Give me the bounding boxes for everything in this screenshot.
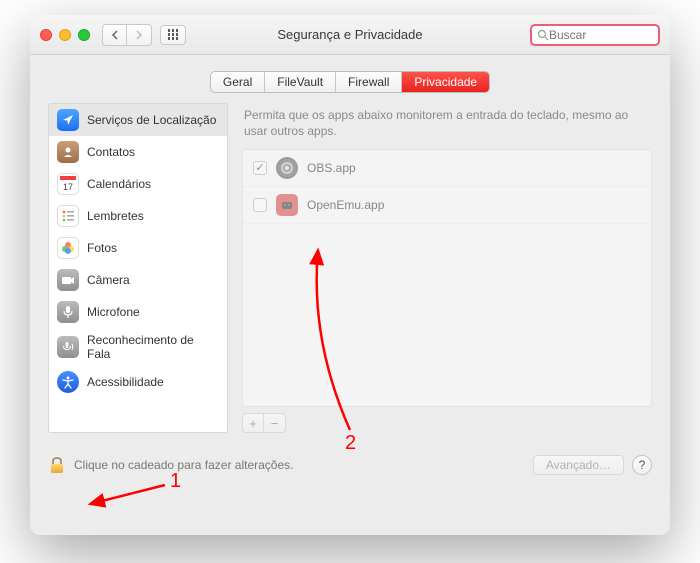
accessibility-icon xyxy=(57,371,79,393)
app-name: OBS.app xyxy=(307,161,356,175)
sidebar-label: Lembretes xyxy=(87,209,144,223)
microphone-icon xyxy=(57,301,79,323)
tab-firewall[interactable]: Firewall xyxy=(336,72,402,92)
sidebar-item-photos[interactable]: Fotos xyxy=(49,232,227,264)
tab-bar: Geral FileVault Firewall Privacidade xyxy=(30,55,670,103)
contacts-icon xyxy=(57,141,79,163)
location-icon xyxy=(57,109,79,131)
back-button[interactable] xyxy=(103,25,127,45)
sidebar-label: Câmera xyxy=(87,273,130,287)
search-icon xyxy=(537,29,549,41)
sidebar-item-speech[interactable]: Reconhecimento de Fala xyxy=(49,328,227,366)
tab-general[interactable]: Geral xyxy=(211,72,265,92)
add-button[interactable]: + xyxy=(243,414,264,432)
sidebar-item-microphone[interactable]: Microfone xyxy=(49,296,227,328)
reminders-icon xyxy=(57,205,79,227)
traffic-lights xyxy=(40,29,90,41)
titlebar: Segurança e Privacidade xyxy=(30,15,670,55)
app-checkbox[interactable] xyxy=(253,198,267,212)
obs-app-icon xyxy=(276,157,298,179)
search-field[interactable] xyxy=(530,24,660,46)
show-all-button[interactable] xyxy=(160,25,186,45)
remove-button[interactable]: − xyxy=(264,414,285,432)
search-input[interactable] xyxy=(549,28,653,42)
sidebar-label: Acessibilidade xyxy=(87,375,164,389)
lock-icon xyxy=(49,456,65,474)
sidebar-label: Reconhecimento de Fala xyxy=(87,333,219,361)
openemu-app-icon xyxy=(276,194,298,216)
annotation-label-1: 1 xyxy=(170,470,181,493)
help-button[interactable]: ? xyxy=(632,455,652,475)
add-remove-segment: + − xyxy=(242,413,286,433)
app-name: OpenEmu.app xyxy=(307,198,384,212)
app-checkbox[interactable] xyxy=(253,161,267,175)
sidebar-label: Serviços de Localização xyxy=(87,113,216,127)
camera-icon xyxy=(57,269,79,291)
calendar-icon: 17 xyxy=(57,173,79,195)
sidebar-label: Fotos xyxy=(87,241,117,255)
sidebar-label: Microfone xyxy=(87,305,140,319)
lock-button[interactable] xyxy=(48,455,66,475)
speech-icon xyxy=(57,336,79,358)
sidebar-item-camera[interactable]: Câmera xyxy=(49,264,227,296)
photos-icon xyxy=(57,237,79,259)
panel-description: Permita que os apps abaixo monitorem a e… xyxy=(242,103,652,149)
content-area: Serviços de Localização Contatos 17 Cale… xyxy=(30,103,670,443)
main-panel: Permita que os apps abaixo monitorem a e… xyxy=(242,103,652,433)
app-list: OBS.app OpenEmu.app xyxy=(242,149,652,407)
sidebar-item-calendars[interactable]: 17 Calendários xyxy=(49,168,227,200)
annotation-label-2: 2 xyxy=(345,432,356,455)
sidebar-item-contacts[interactable]: Contatos xyxy=(49,136,227,168)
sidebar-label: Contatos xyxy=(87,145,135,159)
sidebar-item-accessibility[interactable]: Acessibilidade xyxy=(49,366,227,398)
preferences-window: Segurança e Privacidade Geral FileVault … xyxy=(30,15,670,535)
close-button[interactable] xyxy=(40,29,52,41)
tab-segment: Geral FileVault Firewall Privacidade xyxy=(210,71,490,93)
minimize-button[interactable] xyxy=(59,29,71,41)
svg-text:17: 17 xyxy=(63,182,73,192)
sidebar-label: Calendários xyxy=(87,177,151,191)
app-row[interactable]: OBS.app xyxy=(243,150,651,187)
lock-text: Clique no cadeado para fazer alterações. xyxy=(74,458,293,472)
tab-privacy[interactable]: Privacidade xyxy=(402,72,489,92)
forward-button[interactable] xyxy=(127,25,151,45)
nav-back-forward xyxy=(102,24,152,46)
app-row[interactable]: OpenEmu.app xyxy=(243,187,651,224)
sidebar-item-location[interactable]: Serviços de Localização xyxy=(49,104,227,136)
sidebar-item-reminders[interactable]: Lembretes xyxy=(49,200,227,232)
advanced-button[interactable]: Avançado… xyxy=(533,455,624,475)
grid-icon xyxy=(168,29,179,40)
tab-filevault[interactable]: FileVault xyxy=(265,72,336,92)
zoom-button[interactable] xyxy=(78,29,90,41)
privacy-sidebar: Serviços de Localização Contatos 17 Cale… xyxy=(48,103,228,433)
